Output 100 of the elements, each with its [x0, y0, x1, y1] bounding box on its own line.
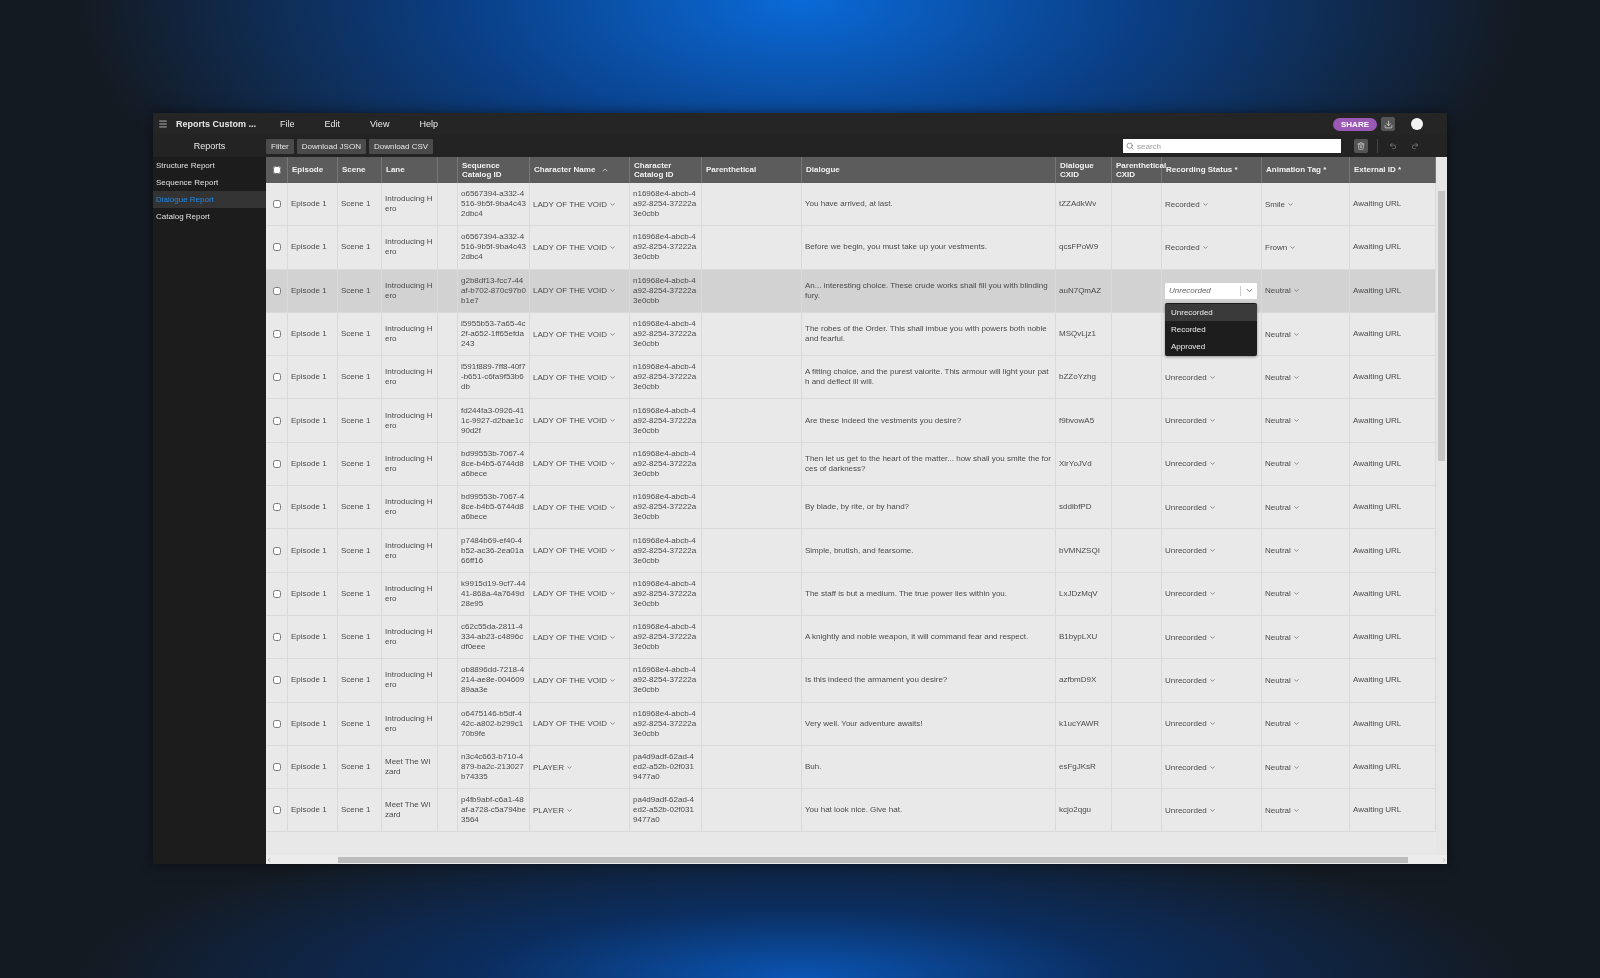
column-header[interactable]: Parenthetical [706, 165, 757, 175]
dropdown-cell[interactable]: LADY OF THE VOID [533, 546, 616, 555]
dropdown-cell[interactable]: Neutral [1265, 675, 1300, 685]
dropdown-cell[interactable]: PLAYER [533, 762, 573, 772]
dropdown-cell[interactable]: Neutral [1265, 632, 1300, 642]
chevron-down-icon [1208, 763, 1216, 771]
row-checkbox[interactable] [272, 719, 281, 728]
sidebar-item[interactable]: Dialogue Report [153, 191, 266, 208]
dropdown-cell[interactable]: PLAYER [533, 805, 573, 815]
row-checkbox[interactable] [272, 546, 281, 555]
delete-button[interactable] [1354, 139, 1368, 153]
menu-item[interactable]: Edit [324, 119, 341, 129]
dropdown-cell[interactable]: Recorded [1165, 242, 1209, 252]
row-highlight[interactable] [266, 269, 1436, 312]
dropdown-cell[interactable]: Smile [1265, 199, 1294, 209]
column-header[interactable]: Parenthetical CXID [1116, 160, 1167, 180]
dropdown-cell[interactable]: Unrecorded [1165, 502, 1216, 512]
menu-item[interactable]: File [280, 119, 295, 129]
dropdown-cell[interactable]: Neutral [1265, 502, 1300, 512]
column-header[interactable]: Character Name [534, 165, 596, 175]
dropdown-cell[interactable]: Neutral [1265, 329, 1300, 339]
chevron-down-icon [1208, 633, 1216, 641]
column-header[interactable]: Episode [292, 165, 324, 175]
dropdown-cell[interactable]: Frown [1265, 242, 1297, 252]
toolbar-button[interactable]: Filter [266, 138, 294, 154]
dropdown-option[interactable]: Unrecorded [1165, 303, 1257, 321]
dropdown-cell[interactable]: LADY OF THE VOID [533, 589, 616, 599]
column-header[interactable]: Dialogue CXID [1060, 160, 1107, 180]
column-header[interactable]: Character Catalog ID [634, 160, 697, 180]
dropdown-cell[interactable]: LADY OF THE VOID [533, 632, 616, 642]
dropdown-cell[interactable]: LADY OF THE VOID [533, 719, 616, 729]
dropdown-cell[interactable]: Neutral [1265, 372, 1300, 382]
dropdown-cell[interactable]: LADY OF THE VOID [533, 286, 616, 296]
row-checkbox[interactable] [272, 373, 281, 382]
sidebar-item[interactable]: Structure Report [153, 157, 266, 174]
column-header[interactable]: Dialogue [806, 165, 840, 175]
dropdown-cell[interactable]: Neutral [1265, 459, 1300, 469]
row-checkbox[interactable] [272, 330, 281, 339]
dropdown-option[interactable]: Approved [1165, 337, 1257, 355]
row-checkbox[interactable] [272, 200, 281, 209]
sort-up-icon[interactable] [601, 166, 609, 174]
download-button[interactable] [1381, 117, 1395, 131]
dropdown-cell[interactable]: Neutral [1265, 719, 1300, 729]
dropdown-cell[interactable]: Neutral [1265, 286, 1300, 296]
dropdown-cell[interactable]: LADY OF THE VOID [533, 372, 616, 382]
menu-icon[interactable] [158, 119, 168, 129]
dropdown-cell[interactable]: Unrecorded [1165, 632, 1216, 642]
dropdown-cell[interactable]: Unrecorded [1165, 805, 1216, 815]
dropdown-cell[interactable]: LADY OF THE VOID [533, 199, 616, 209]
dropdown-option[interactable]: Recorded [1165, 320, 1257, 338]
dropdown-cell[interactable]: Neutral [1265, 805, 1300, 815]
table-cell: Buh. [805, 762, 822, 772]
dropdown-cell[interactable]: Neutral [1265, 762, 1300, 772]
search-field[interactable]: search [1123, 139, 1341, 153]
dropdown-cell[interactable]: Unrecorded [1165, 459, 1216, 469]
column-header[interactable]: Lane [386, 165, 405, 175]
row-checkbox[interactable] [272, 763, 281, 771]
dropdown-cell[interactable]: Unrecorded [1165, 416, 1216, 426]
menu-item[interactable]: Help [419, 119, 438, 129]
dropdown-cell[interactable]: LADY OF THE VOID [533, 675, 616, 685]
dropdown-cell[interactable]: LADY OF THE VOID [533, 502, 616, 512]
dropdown-cell[interactable]: Neutral [1265, 416, 1300, 426]
select-all-checkbox[interactable] [272, 166, 281, 174]
row-checkbox[interactable] [272, 589, 281, 598]
dropdown-cell[interactable]: Unrecorded [1165, 546, 1216, 555]
dropdown-cell[interactable]: LADY OF THE VOID [533, 459, 616, 469]
dropdown-cell[interactable]: Unrecorded [1165, 372, 1216, 382]
column-header[interactable]: Sequence Catalog ID [462, 160, 525, 180]
dropdown-cell[interactable]: Unrecorded [1165, 719, 1216, 729]
toolbar-button[interactable]: Download JSON [296, 138, 366, 154]
row-checkbox[interactable] [272, 286, 281, 295]
dropdown-cell[interactable]: LADY OF THE VOID [533, 242, 616, 252]
dropdown-cell[interactable]: Neutral [1265, 546, 1300, 555]
dropdown-cell[interactable]: Unrecorded [1165, 675, 1216, 685]
column-header[interactable]: Scene [342, 165, 366, 175]
toolbar-button[interactable]: Download CSV [368, 138, 434, 154]
dropdown-cell[interactable]: Unrecorded [1165, 762, 1216, 772]
row-checkbox[interactable] [272, 459, 281, 468]
column-header[interactable]: Recording Status * [1166, 165, 1238, 175]
column-header[interactable]: External ID * [1354, 165, 1402, 175]
undo-icon[interactable] [1389, 142, 1397, 150]
avatar[interactable] [1411, 118, 1423, 130]
sidebar-item[interactable]: Catalog Report [153, 208, 266, 225]
dropdown-cell[interactable]: Unrecorded [1165, 589, 1216, 599]
share-button[interactable]: SHARE [1333, 117, 1377, 131]
dropdown-cell[interactable]: Neutral [1265, 589, 1300, 599]
row-checkbox[interactable] [272, 503, 281, 512]
dropdown-cell[interactable]: LADY OF THE VOID [533, 416, 616, 426]
menu-item[interactable]: View [370, 119, 390, 129]
redo-icon[interactable] [1411, 142, 1419, 150]
row-checkbox[interactable] [272, 806, 281, 815]
dropdown-cell[interactable]: Recorded [1165, 199, 1209, 209]
row-checkbox[interactable] [272, 243, 281, 252]
sidebar-item[interactable]: Sequence Report [153, 174, 266, 191]
row-checkbox[interactable] [272, 676, 281, 685]
row-checkbox[interactable] [272, 416, 281, 425]
dropdown-cell[interactable]: LADY OF THE VOID [533, 329, 616, 339]
row-checkbox[interactable] [272, 633, 281, 642]
table-cell: bZZoYzhg [1059, 372, 1096, 383]
column-header[interactable]: Animation Tag * [1266, 165, 1327, 175]
